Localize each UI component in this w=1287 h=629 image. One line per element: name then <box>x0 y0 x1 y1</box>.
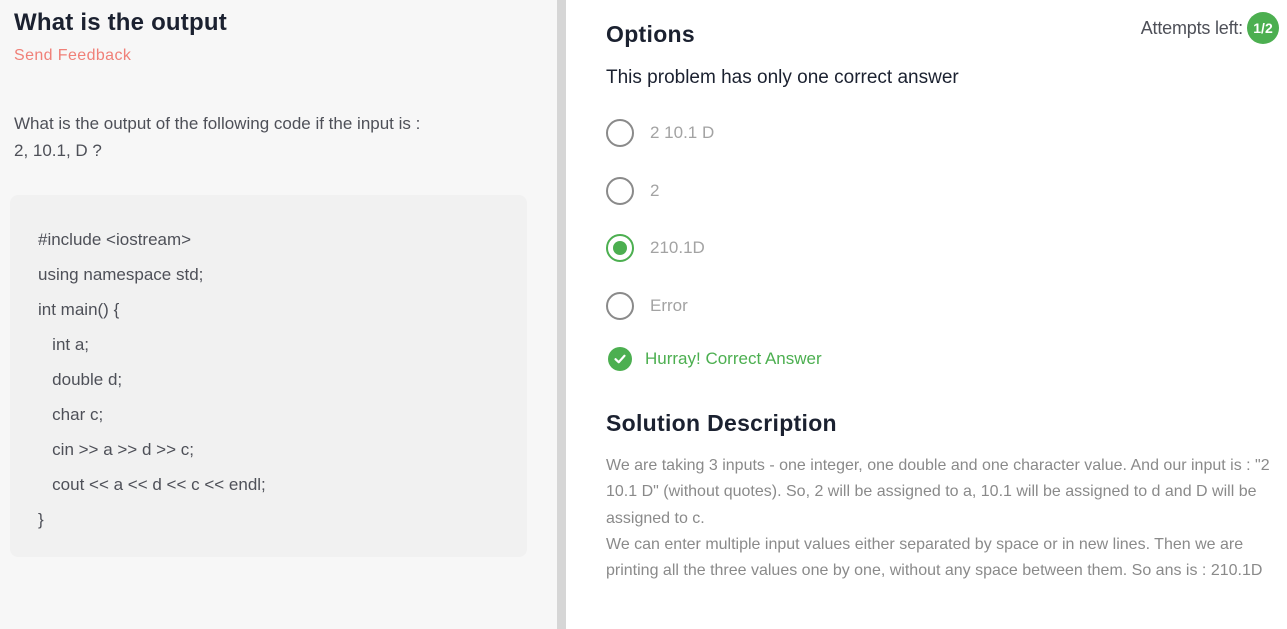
code-line: char c; <box>38 405 104 424</box>
question-text-line: What is the output of the following code… <box>14 114 421 133</box>
option-2[interactable]: 2 <box>606 177 659 205</box>
code-line: #include <iostream> <box>38 230 192 249</box>
question-panel: What is the output Send Feedback What is… <box>0 0 557 629</box>
radio-button-selected[interactable] <box>606 234 634 262</box>
radio-button[interactable] <box>606 119 634 147</box>
result-message: Hurray! Correct Answer <box>608 347 822 371</box>
attempts-indicator: Attempts left: 1/2 <box>1141 12 1279 44</box>
answer-hint: This problem has only one correct answer <box>606 67 959 88</box>
option-3[interactable]: 210.1D <box>606 234 705 262</box>
option-label: 2 <box>650 181 660 200</box>
attempts-badge: 1/2 <box>1247 12 1279 44</box>
options-panel: Options Attempts left: 1/2 This problem … <box>566 0 1287 629</box>
panel-divider[interactable] <box>557 0 566 629</box>
code-line: int a; <box>38 335 90 354</box>
option-label: 2 10.1 D <box>650 123 715 142</box>
code-block: #include <iostream> using namespace std;… <box>10 195 527 557</box>
code-line: int main() { <box>38 300 120 319</box>
code-line: using namespace std; <box>38 265 204 284</box>
option-label: Error <box>650 296 688 315</box>
code-line: cout << a << d << c << endl; <box>38 475 266 494</box>
attempts-label: Attempts left: <box>1140 17 1243 38</box>
code-line: cin >> a >> d >> c; <box>38 440 194 459</box>
radio-button[interactable] <box>606 177 634 205</box>
radio-button[interactable] <box>606 292 634 320</box>
code-line: } <box>38 510 44 529</box>
solution-title: Solution Description <box>606 410 837 436</box>
send-feedback-link[interactable]: Send Feedback <box>14 47 131 65</box>
solution-paragraph: We are taking 3 inputs - one integer, on… <box>606 457 1270 527</box>
code-line: double d; <box>38 370 123 389</box>
option-4[interactable]: Error <box>606 292 688 320</box>
solution-description: We are taking 3 inputs - one integer, on… <box>606 453 1271 584</box>
result-text: Hurray! Correct Answer <box>645 349 822 368</box>
options-title: Options <box>606 21 695 47</box>
solution-paragraph: We can enter multiple input values eithe… <box>606 535 1263 580</box>
question-text: What is the output of the following code… <box>14 110 514 164</box>
check-circle-icon <box>608 347 632 371</box>
option-label: 210.1D <box>650 238 705 257</box>
option-1[interactable]: 2 10.1 D <box>606 119 714 147</box>
question-title: What is the output <box>14 9 227 36</box>
question-text-line: 2, 10.1, D ? <box>14 141 102 160</box>
